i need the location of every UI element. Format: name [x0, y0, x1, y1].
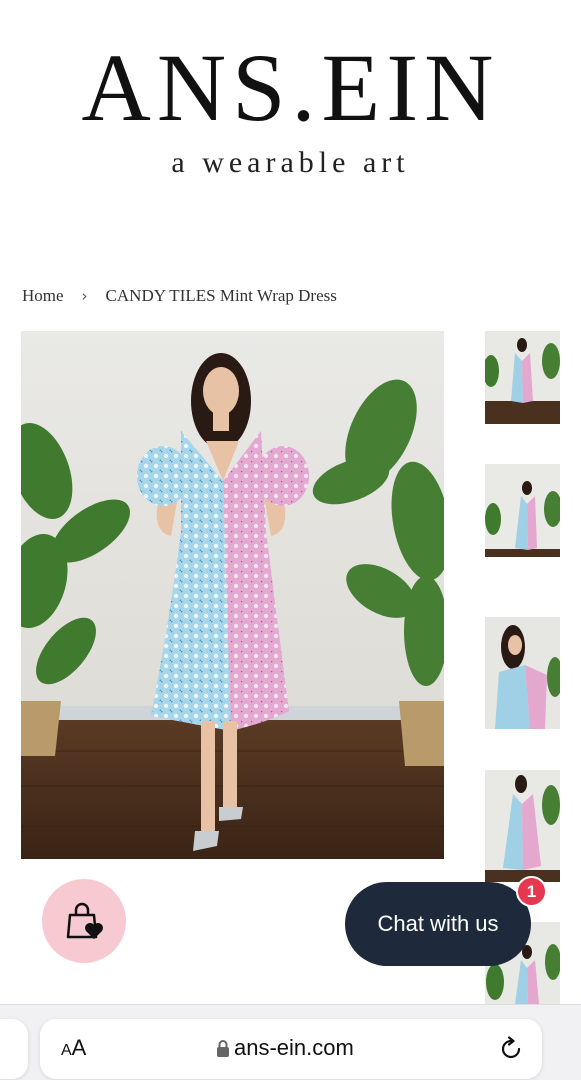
product-main-image[interactable]	[21, 331, 444, 859]
previous-tab-card[interactable]	[0, 1019, 28, 1079]
thumbnail-photo-icon	[485, 770, 560, 882]
shopping-bag-heart-icon	[66, 902, 103, 939]
product-thumbnail[interactable]	[485, 617, 560, 729]
thumbnail-photo-icon	[485, 464, 560, 557]
thumbnail-photo-icon	[485, 617, 560, 729]
text-size-button[interactable]: AA	[61, 1035, 86, 1061]
chat-with-us-button[interactable]: Chat with us	[345, 882, 531, 966]
url-display[interactable]: ans-ein.com	[216, 1035, 354, 1061]
product-thumbnail[interactable]	[485, 331, 560, 424]
breadcrumb-current: CANDY TILES Mint Wrap Dress	[105, 286, 337, 305]
url-text: ans-ein.com	[234, 1035, 354, 1060]
product-thumbnail[interactable]	[485, 464, 560, 557]
site-logo[interactable]: ANS.EIN a wearable art	[0, 38, 581, 180]
cart-button[interactable]	[42, 879, 126, 963]
logo-wordmark: ANS.EIN	[81, 34, 500, 141]
product-thumbnail[interactable]	[485, 770, 560, 882]
logo-tagline: a wearable art	[171, 146, 410, 179]
breadcrumb-home-link[interactable]: Home	[22, 286, 64, 306]
breadcrumb: Home › CANDY TILES Mint Wrap Dress	[22, 286, 337, 306]
address-bar[interactable]: AA ans-ein.com	[40, 1019, 542, 1079]
thumbnail-photo-icon	[485, 331, 560, 424]
chat-notification-badge: 1	[516, 876, 547, 907]
chat-button-label: Chat with us	[377, 911, 499, 936]
browser-toolbar: AA ans-ein.com	[0, 1004, 581, 1080]
product-photo-icon	[21, 331, 444, 859]
chevron-right-icon: ›	[81, 287, 88, 305]
reload-button[interactable]	[498, 1036, 524, 1066]
lock-icon	[217, 1040, 229, 1057]
reload-icon	[501, 1036, 521, 1059]
